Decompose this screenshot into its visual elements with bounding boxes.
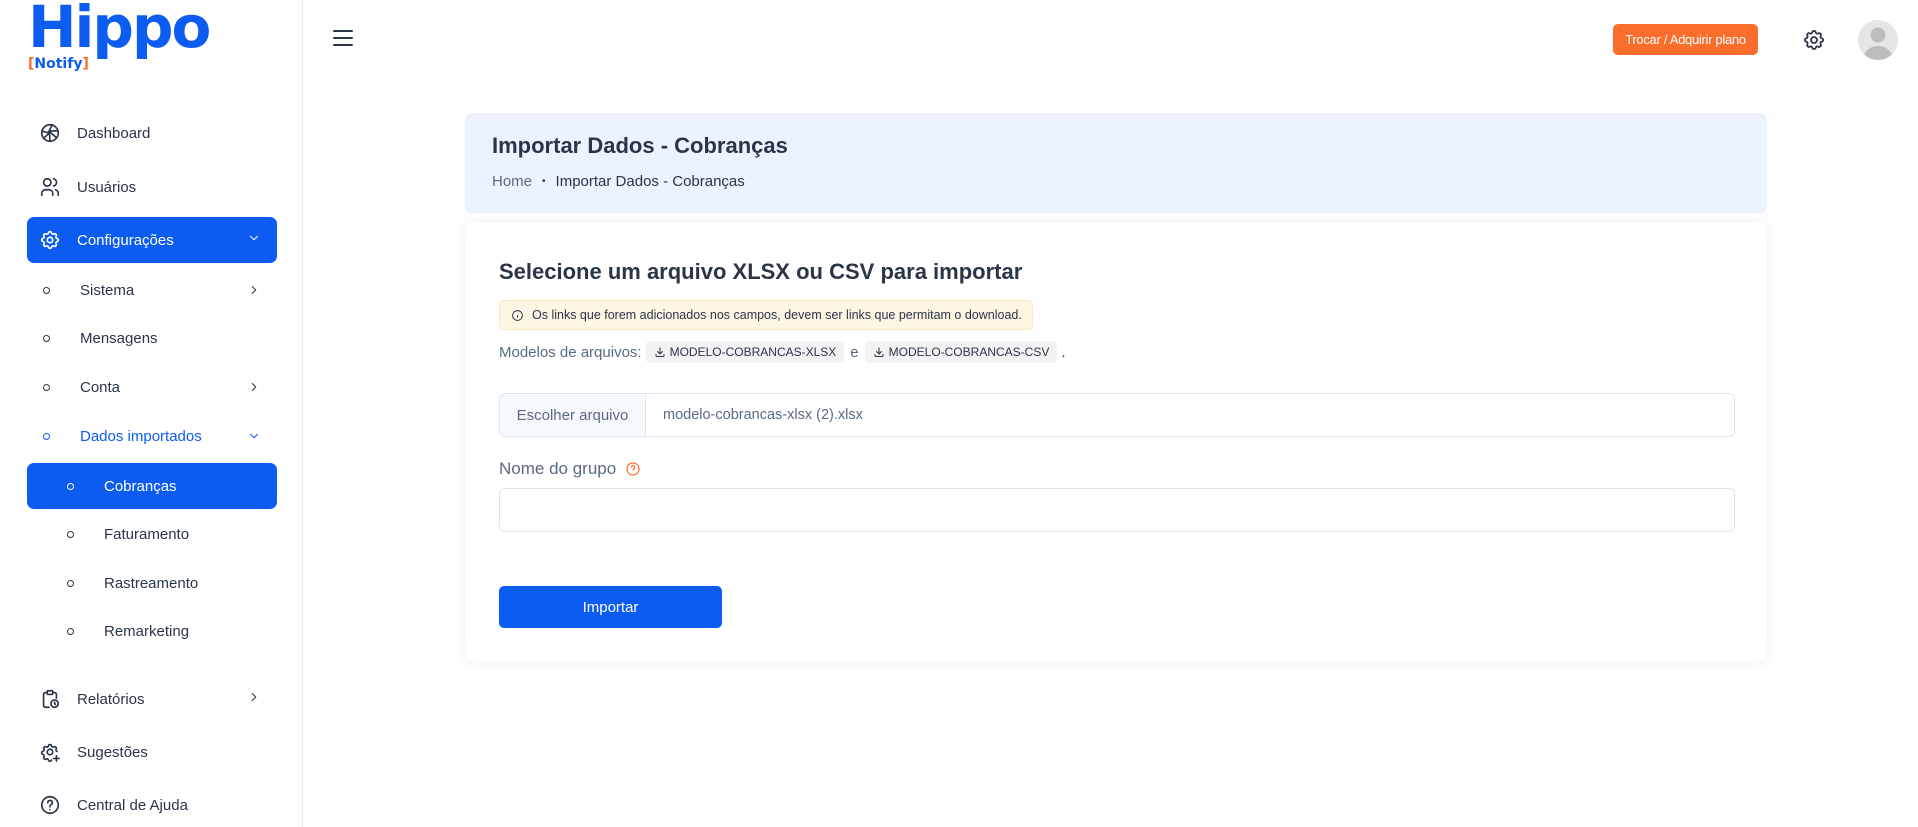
bullet-icon [43,432,50,440]
chevron-right-icon [247,380,261,394]
sidebar-item-label: Sugestões [77,743,148,761]
sidebar-item-relatorios[interactable]: Relatórios [27,676,277,722]
user-avatar[interactable] [1858,20,1898,60]
selected-file-name: modelo-cobrancas-xlsx (2).xlsx [663,407,863,423]
sidebar-item-label: Remarketing [104,622,190,640]
sidebar-item-cobrancas[interactable]: Cobranças [27,463,277,509]
logo-text: Hippo [28,0,211,61]
import-heading: Selecione um arquivo XLSX ou CSV para im… [499,259,1023,284]
sidebar-item-label: Rastreamento [104,574,199,592]
breadcrumb: Home • Importar Dados - Cobranças [492,173,745,190]
chevron-down-icon [247,429,261,443]
group-name-label-text: Nome do grupo [499,459,617,478]
csv-model-label: MODELO-COBRANCAS-CSV [888,345,1050,359]
models-end: . [1061,343,1066,361]
sidebar-item-faturamento[interactable]: Faturamento [27,512,277,556]
help-circle-icon [39,794,61,816]
menu-toggle-icon[interactable] [333,30,353,48]
sidebar-item-label: Dashboard [77,124,151,142]
sidebar-item-usuarios[interactable]: Usuários [27,164,277,210]
sidebar-item-sistema[interactable]: Sistema [27,268,277,312]
file-models-row: Modelos de arquivos: MODELO-COBRANCAS-XL… [499,340,1066,364]
breadcrumb-separator: • [542,176,546,187]
help-icon[interactable] [625,461,641,477]
bullet-icon [67,482,74,490]
sidebar-item-label: Cobranças [104,477,177,495]
group-name-input[interactable] [499,488,1735,532]
choose-file-button[interactable]: Escolher arquivo [500,394,646,436]
download-icon [655,347,665,357]
bullet-icon [67,627,74,635]
models-label: Modelos de arquivos: [499,343,642,361]
group-name-label: Nome do grupo [499,459,641,479]
breadcrumb-current: Importar Dados - Cobranças [555,173,745,190]
bullet-icon [67,530,74,538]
bullet-icon [43,334,50,342]
download-links-alert: Os links que forem adicionados nos campo… [499,300,1033,330]
chevron-down-icon [247,231,261,245]
hippo-notify-logo[interactable]: Hippo [Notify] [28,0,211,74]
sidebar-item-dashboard[interactable]: Dashboard [27,110,277,156]
bullet-icon [43,383,50,391]
bullet-icon [67,579,74,587]
users-icon [39,176,61,198]
breadcrumb-home-link[interactable]: Home [492,173,532,190]
sidebar-item-conta[interactable]: Conta [27,365,277,409]
sidebar-item-label: Configurações [77,231,174,249]
settings-plus-icon [39,741,61,763]
sidebar-item-label: Conta [80,378,121,396]
file-upload-field[interactable]: Escolher arquivo modelo-cobrancas-xlsx (… [499,393,1735,437]
sidebar-item-label: Central de Ajuda [77,796,188,814]
sidebar-item-sugestoes[interactable]: Sugestões [27,729,277,775]
bullet-icon [43,286,50,294]
settings-icon [39,229,61,251]
download-icon [874,347,884,357]
xlsx-model-label: MODELO-COBRANCAS-XLSX [669,345,837,359]
info-icon [511,309,524,322]
download-xlsx-model-link[interactable]: MODELO-COBRANCAS-XLSX [645,341,845,363]
sidebar-item-label: Dados importados [80,427,202,445]
user-silhouette-icon [1858,20,1898,60]
sidebar: Hippo [Notify] Dashboard Usuários Config… [0,0,303,827]
alert-text: Os links que forem adicionados nos campo… [532,308,1022,322]
sidebar-item-dados-importados[interactable]: Dados importados [27,414,277,458]
page-title: Importar Dados - Cobranças [492,133,788,158]
models-conjunction: e [850,343,859,361]
chevron-right-icon [247,283,261,297]
chevron-right-icon [247,690,261,704]
page-header-card: Importar Dados - Cobranças Home • Import… [465,113,1767,213]
sidebar-item-label: Sistema [80,281,135,299]
clipboard-clock-icon [39,688,61,710]
import-button[interactable]: Importar [499,586,722,628]
import-form-card: Selecione um arquivo XLSX ou CSV para im… [465,223,1767,661]
aperture-icon [39,122,61,144]
sidebar-item-remarketing[interactable]: Remarketing [27,609,277,653]
logo-subtext: [Notify] [28,56,89,72]
sidebar-item-rastreamento[interactable]: Rastreamento [27,561,277,605]
settings-icon[interactable] [1802,28,1826,52]
sidebar-item-mensagens[interactable]: Mensagens [27,316,277,360]
sidebar-item-label: Relatórios [77,690,145,708]
sidebar-item-configuracoes[interactable]: Configurações [27,217,277,263]
sidebar-item-label: Faturamento [104,525,190,543]
sidebar-item-label: Mensagens [80,329,158,347]
sidebar-item-label: Usuários [77,178,137,196]
sidebar-item-central-de-ajuda[interactable]: Central de Ajuda [27,782,277,827]
download-csv-model-link[interactable]: MODELO-COBRANCAS-CSV [864,341,1058,363]
change-plan-button[interactable]: Trocar / Adquirir plano [1613,24,1758,55]
